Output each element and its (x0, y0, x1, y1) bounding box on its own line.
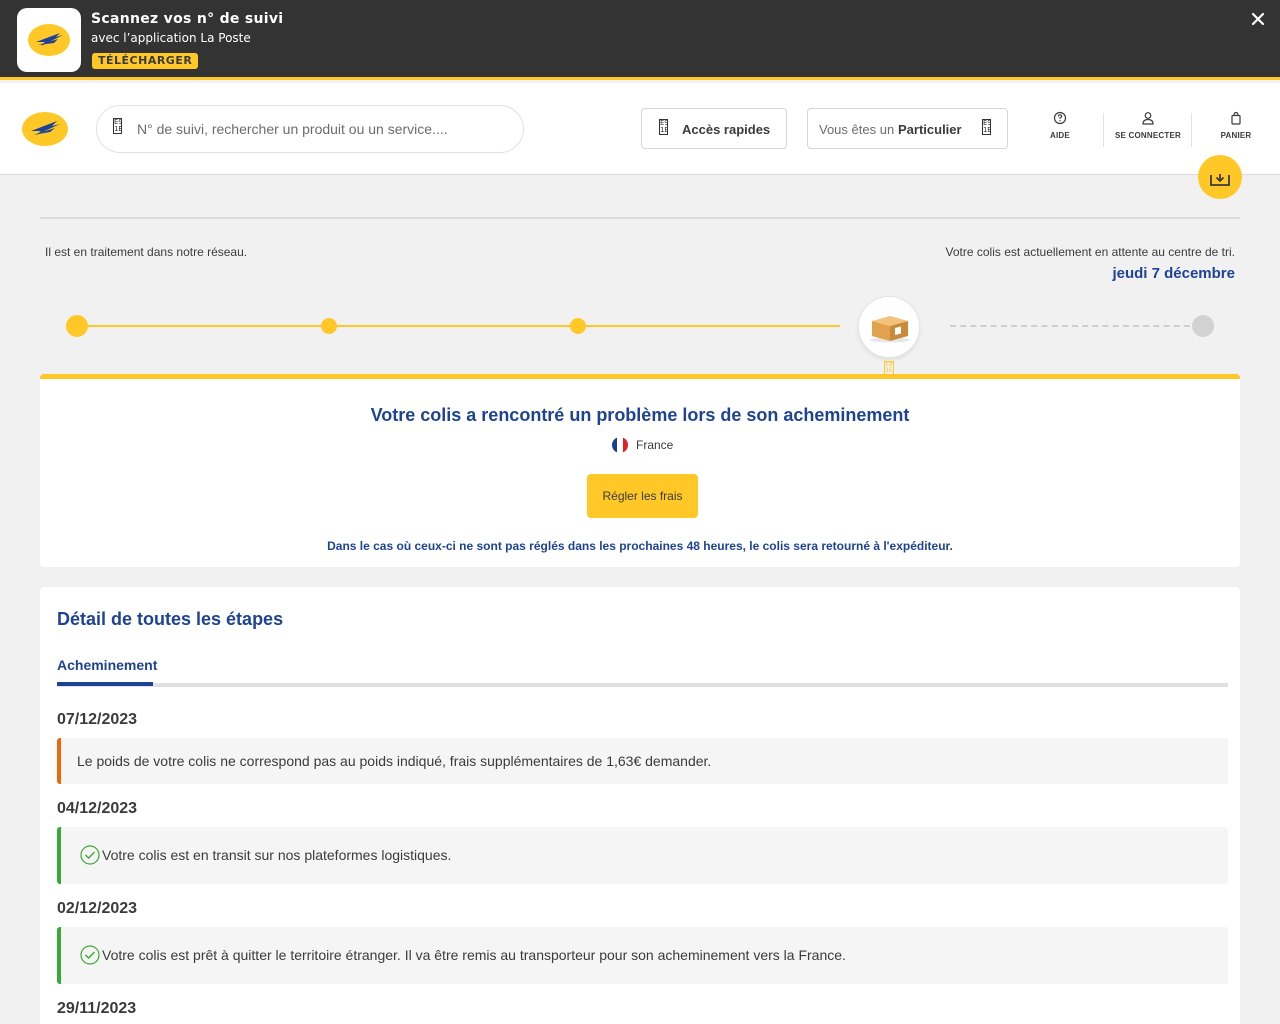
grid-icon: E9 1E (659, 119, 668, 135)
cart-label: PANIER (1220, 131, 1252, 140)
quick-access-button[interactable]: E9 1E Accès rapides (641, 108, 787, 149)
profile-prefix: Vous êtes un (819, 122, 895, 137)
download-app-button[interactable]: TÉLÉCHARGER (92, 53, 199, 69)
france-flag-icon (612, 437, 628, 453)
progress-line-pending (950, 325, 1200, 327)
tab-acheminement[interactable]: Acheminement (57, 657, 157, 673)
tab-active-indicator (57, 682, 153, 686)
step-date: 02/12/2023 (57, 900, 138, 917)
app-banner-subtitle: avec l’application La Poste (91, 31, 251, 45)
search-icon: E9 1E (113, 118, 122, 134)
profile-value: Particulier (898, 122, 962, 137)
step-dot-done (66, 315, 88, 337)
steps-detail-card: Détail de toutes les étapes Acheminement… (40, 587, 1240, 1024)
close-icon[interactable] (1248, 9, 1268, 29)
step-event-warning: Le poids de votre colis ne correspond pa… (57, 738, 1228, 784)
step-event: Votre colis est en transit sur nos plate… (57, 827, 1228, 884)
search-placeholder: N° de suivi, rechercher un produit ou un… (137, 121, 448, 137)
download-proof-button[interactable] (1198, 155, 1242, 199)
parcel-box-icon (870, 316, 910, 343)
step-event-text: Le poids de votre colis ne correspond pa… (77, 753, 712, 769)
progress-right-note: Votre colis est actuellement en attente … (945, 245, 1236, 259)
tab-bar (57, 683, 1228, 687)
country-label: France (636, 438, 674, 452)
la-poste-app-icon[interactable] (17, 8, 81, 72)
country-indicator: France (612, 437, 673, 453)
step-event: Votre colis est prêt à quitter le territ… (57, 927, 1228, 984)
pay-fees-button[interactable]: Régler les frais (587, 474, 698, 518)
download-icon (1210, 174, 1230, 186)
la-poste-logo-icon (28, 24, 70, 56)
progress-left-note: Il est en traitement dans notre réseau. (45, 245, 248, 259)
step-date: 04/12/2023 (57, 800, 138, 817)
login-label: SE CONNECTER (1115, 131, 1181, 140)
step-event-text: Votre colis est en transit sur nos plate… (102, 847, 452, 863)
help-link[interactable]: AIDE (1016, 111, 1104, 149)
cart-link[interactable]: PANIER (1192, 111, 1280, 149)
step-dot-done (570, 318, 586, 334)
step-date: 29/11/2023 (57, 1000, 137, 1017)
check-circle-icon (80, 845, 100, 865)
app-download-banner: Scannez vos n° de suivi avec l’applicati… (0, 0, 1280, 80)
current-step (858, 296, 920, 358)
quick-access-label: Accès rapides (682, 122, 771, 137)
check-circle-icon (80, 945, 100, 965)
step-dot-done (321, 318, 337, 334)
site-header: E9 1E N° de suivi, rechercher un produit … (0, 83, 1280, 175)
bag-icon (1231, 111, 1241, 125)
chevron-down-icon: E9 1E (982, 119, 991, 135)
progress-line-done (77, 325, 840, 327)
login-link[interactable]: SE CONNECTER (1104, 111, 1192, 149)
return-warning: Dans le cas où ceux-ci ne sont pas réglé… (327, 539, 953, 553)
profile-selector[interactable]: Vous êtes un Particulier E9 1E (807, 108, 1008, 149)
app-banner-title: Scannez vos n° de suivi (91, 11, 284, 27)
issue-title: Votre colis a rencontré un problème lors… (370, 405, 910, 425)
help-label: AIDE (1050, 131, 1070, 140)
section-divider (40, 217, 1240, 219)
user-icon (1142, 112, 1154, 125)
marker-icon: E9 1E (884, 361, 894, 375)
estimated-date: jeudi 7 décembre (1112, 265, 1235, 282)
la-poste-logo[interactable] (21, 110, 69, 148)
delivery-issue-card: Votre colis a rencontré un problème lors… (40, 374, 1240, 567)
search-input[interactable]: E9 1E N° de suivi, rechercher un produit … (96, 105, 524, 153)
step-date: 07/12/2023 (57, 711, 138, 728)
step-event-text: Votre colis est prêt à quitter le territ… (102, 947, 846, 963)
step-dot-pending (1192, 315, 1214, 337)
steps-title: Détail de toutes les étapes (57, 609, 284, 629)
help-icon (1053, 111, 1067, 125)
